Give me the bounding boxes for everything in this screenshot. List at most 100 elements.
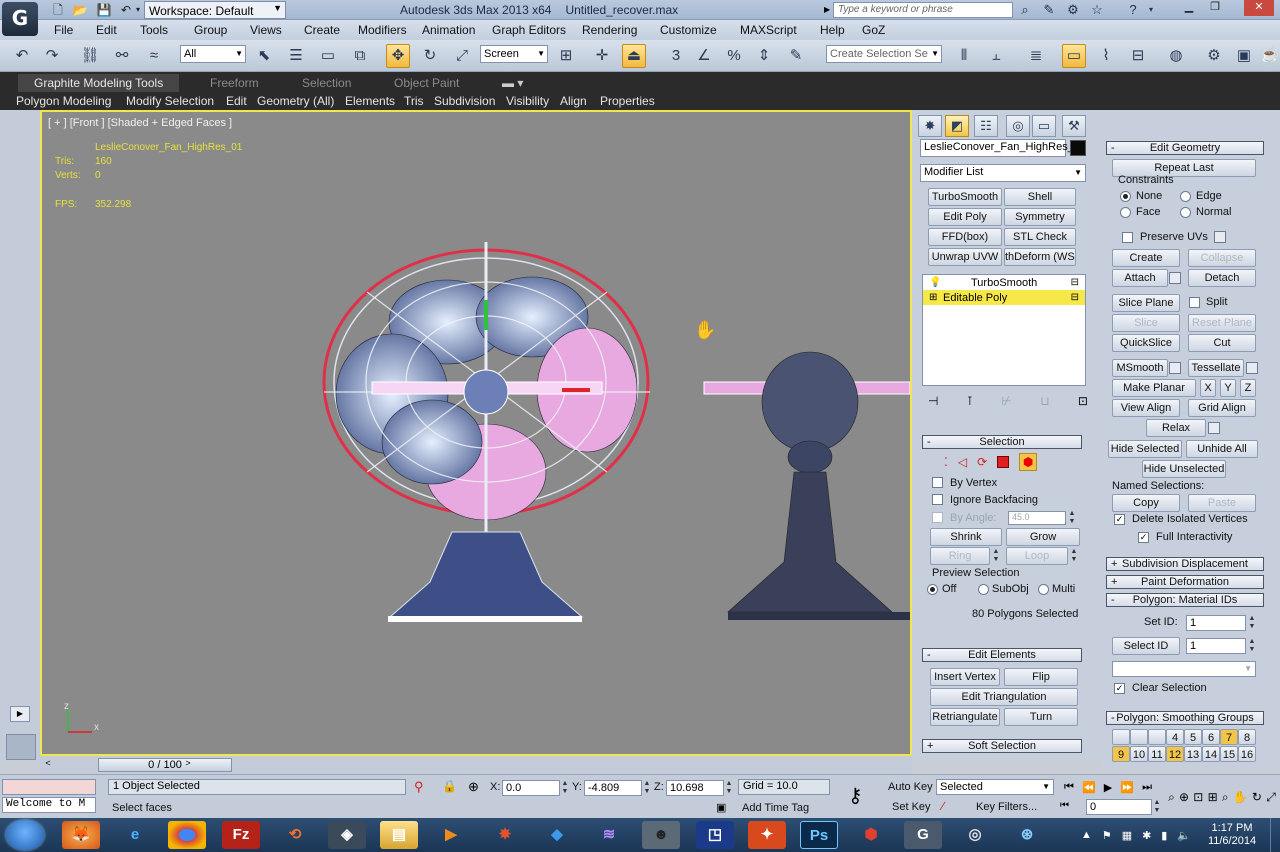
sg-2-button[interactable] (1130, 729, 1148, 745)
edit-triangulation-button[interactable]: Edit Triangulation (930, 688, 1078, 706)
schematic-view-icon[interactable]: ⊟ (1126, 44, 1150, 68)
constraint-none-radio[interactable] (1120, 191, 1131, 202)
menu-animation[interactable]: Animation (422, 23, 475, 37)
edit-elements-rollout-header[interactable]: - Edit Elements (922, 648, 1082, 662)
menu-rendering[interactable]: Rendering (582, 23, 637, 37)
maxscript-listener[interactable]: Welcome to M (2, 797, 96, 813)
menu-create[interactable]: Create (304, 23, 340, 37)
percent-snap-icon[interactable]: % (722, 44, 746, 68)
create-button[interactable]: Create (1112, 249, 1180, 267)
favorites-icon[interactable]: ☆ (1088, 2, 1106, 18)
element-mode-icon[interactable]: ⬢ (1019, 453, 1038, 471)
z-coord-field[interactable]: 10.698 (666, 780, 724, 796)
tab-object-paint[interactable]: Object Paint (394, 76, 459, 90)
collapse-button[interactable]: Collapse (1188, 249, 1256, 267)
preview-off-radio[interactable] (927, 584, 938, 595)
ribbon-options-icon[interactable]: ▬ ▾ (502, 76, 523, 90)
x-spinner-icon[interactable]: ▲ ▼ (561, 780, 569, 796)
select-id-field[interactable]: 1 (1186, 638, 1246, 654)
maximize-viewport-icon[interactable]: ⤢ (1266, 790, 1276, 805)
delete-isolated-checkbox[interactable]: ✓ (1114, 514, 1125, 525)
rect-selection-icon[interactable]: ▭ (316, 44, 340, 68)
absolute-mode-icon[interactable]: ⊕ (468, 779, 479, 795)
time-next-icon[interactable]: > (182, 758, 194, 772)
zoom-all-icon[interactable]: ⊕ (1179, 790, 1189, 804)
set-key-key-icon[interactable]: ⚷ (848, 783, 863, 808)
menu-file[interactable]: File (54, 23, 73, 37)
selection-filter-dropdown[interactable]: All ▼ (180, 45, 246, 63)
app-logo[interactable]: G (2, 2, 38, 36)
fan-front-model[interactable] (322, 242, 650, 622)
subtab-modify-selection[interactable]: Modify Selection (126, 94, 214, 108)
workspace-dropdown[interactable]: Workspace: Default ▼ (144, 1, 286, 19)
layer-manager-icon[interactable]: ≣ (1024, 44, 1048, 68)
media-player-icon[interactable]: ▶ (432, 821, 470, 849)
insert-vertex-button[interactable]: Insert Vertex (930, 668, 1000, 686)
smoothing-groups-header[interactable]: - Polygon: Smoothing Groups (1106, 711, 1264, 725)
app-icon[interactable]: ≋ (590, 821, 628, 849)
grid-align-button[interactable]: Grid Align (1188, 399, 1256, 417)
make-planar-button[interactable]: Make Planar (1112, 379, 1196, 397)
mirror-icon[interactable]: ⫴ (952, 44, 976, 68)
play-icon[interactable]: ▶ (1104, 781, 1112, 794)
mudbox-icon[interactable]: ✦ (748, 821, 786, 849)
hide-unselected-button[interactable]: Hide Unselected (1142, 460, 1226, 478)
unhide-all-button[interactable]: Unhide All (1186, 440, 1258, 458)
display-tab-icon[interactable]: ▭ (1032, 115, 1056, 137)
time-prev-icon[interactable]: < (42, 758, 54, 772)
rotate-icon[interactable]: ↻ (418, 44, 442, 68)
time-tag-icon[interactable]: ▣ (716, 801, 726, 814)
symmetry-button[interactable]: Symmetry (1004, 208, 1076, 226)
material-ids-header[interactable]: - Polygon: Material IDs (1106, 593, 1264, 607)
material-name-dropdown[interactable]: ▼ (1112, 661, 1256, 677)
subtab-properties[interactable]: Properties (600, 94, 655, 108)
subdivision-displacement-header[interactable]: + Subdivision Displacement (1106, 557, 1264, 571)
zoom-icon[interactable]: ⌕ (1168, 790, 1175, 805)
view-align-button[interactable]: View Align (1112, 399, 1180, 417)
key-mode-dropdown[interactable]: Selected ▼ (936, 779, 1054, 795)
scale-icon[interactable]: ⤢ (450, 44, 474, 68)
menu-edit[interactable]: Edit (96, 23, 117, 37)
rendered-frame-icon[interactable]: ▣ (1232, 44, 1256, 68)
sg-10-button[interactable]: 10 (1130, 746, 1148, 762)
viewport-navigation-box[interactable] (6, 734, 36, 760)
set-id-field[interactable]: 1 (1186, 615, 1246, 631)
3ds-max-icon[interactable]: G (904, 821, 942, 849)
turn-button[interactable]: Turn (1004, 708, 1078, 726)
firefox-icon[interactable]: 🦊 (62, 821, 100, 849)
search-input[interactable]: Type a keyword or phrase (833, 2, 1013, 18)
next-frame-icon[interactable]: ⏩ (1120, 781, 1134, 794)
internet-explorer-icon[interactable]: e (116, 821, 154, 849)
slice-plane-button[interactable]: Slice Plane (1112, 294, 1180, 312)
app-icon[interactable]: ◈ (328, 821, 366, 849)
tessellate-settings-icon[interactable] (1246, 362, 1258, 374)
ring-spinner-icon[interactable]: ▲ ▼ (992, 548, 1000, 564)
key-filters-button[interactable]: Key Filters... (976, 801, 1037, 813)
render-setup-icon[interactable]: ⚙ (1202, 44, 1226, 68)
network-icon[interactable]: ▦ (1122, 829, 1132, 842)
configure-modifier-sets-icon[interactable]: ⊡ (1078, 394, 1088, 408)
app-icon[interactable]: ⊛ (1008, 821, 1046, 849)
start-button[interactable] (6, 820, 44, 850)
cut-button[interactable]: Cut (1188, 334, 1256, 352)
paint-deformation-header[interactable]: + Paint Deformation (1106, 575, 1264, 589)
attach-list-icon[interactable] (1169, 272, 1181, 284)
help-icon[interactable]: ? (1124, 2, 1142, 18)
explorer-icon[interactable]: ▤ (380, 821, 418, 849)
add-time-tag[interactable]: Add Time Tag (742, 802, 809, 814)
tab-selection[interactable]: Selection (302, 76, 351, 90)
remove-modifier-icon[interactable]: ⊔ (1040, 394, 1049, 408)
msmooth-settings-icon[interactable] (1169, 362, 1181, 374)
preview-subobj-radio[interactable] (978, 584, 989, 595)
stack-item-turbosmooth[interactable]: 💡 TurboSmooth ⊟ (923, 275, 1085, 290)
create-tab-icon[interactable]: ✸ (918, 115, 942, 137)
sg-6-button[interactable]: 6 (1202, 729, 1220, 745)
vertex-mode-icon[interactable]: ⁚ (944, 455, 948, 469)
preserve-uvs-checkbox[interactable] (1122, 232, 1133, 243)
show-end-result-icon[interactable]: ⊺ (967, 394, 973, 408)
sg-5-button[interactable]: 5 (1184, 729, 1202, 745)
set-id-spinner-icon[interactable]: ▲ ▼ (1248, 615, 1256, 631)
menu-group[interactable]: Group (194, 23, 227, 37)
keyboard-shortcut-icon[interactable]: ⏏ (622, 44, 646, 68)
subtab-geometry-all[interactable]: Geometry (All) (257, 94, 334, 108)
